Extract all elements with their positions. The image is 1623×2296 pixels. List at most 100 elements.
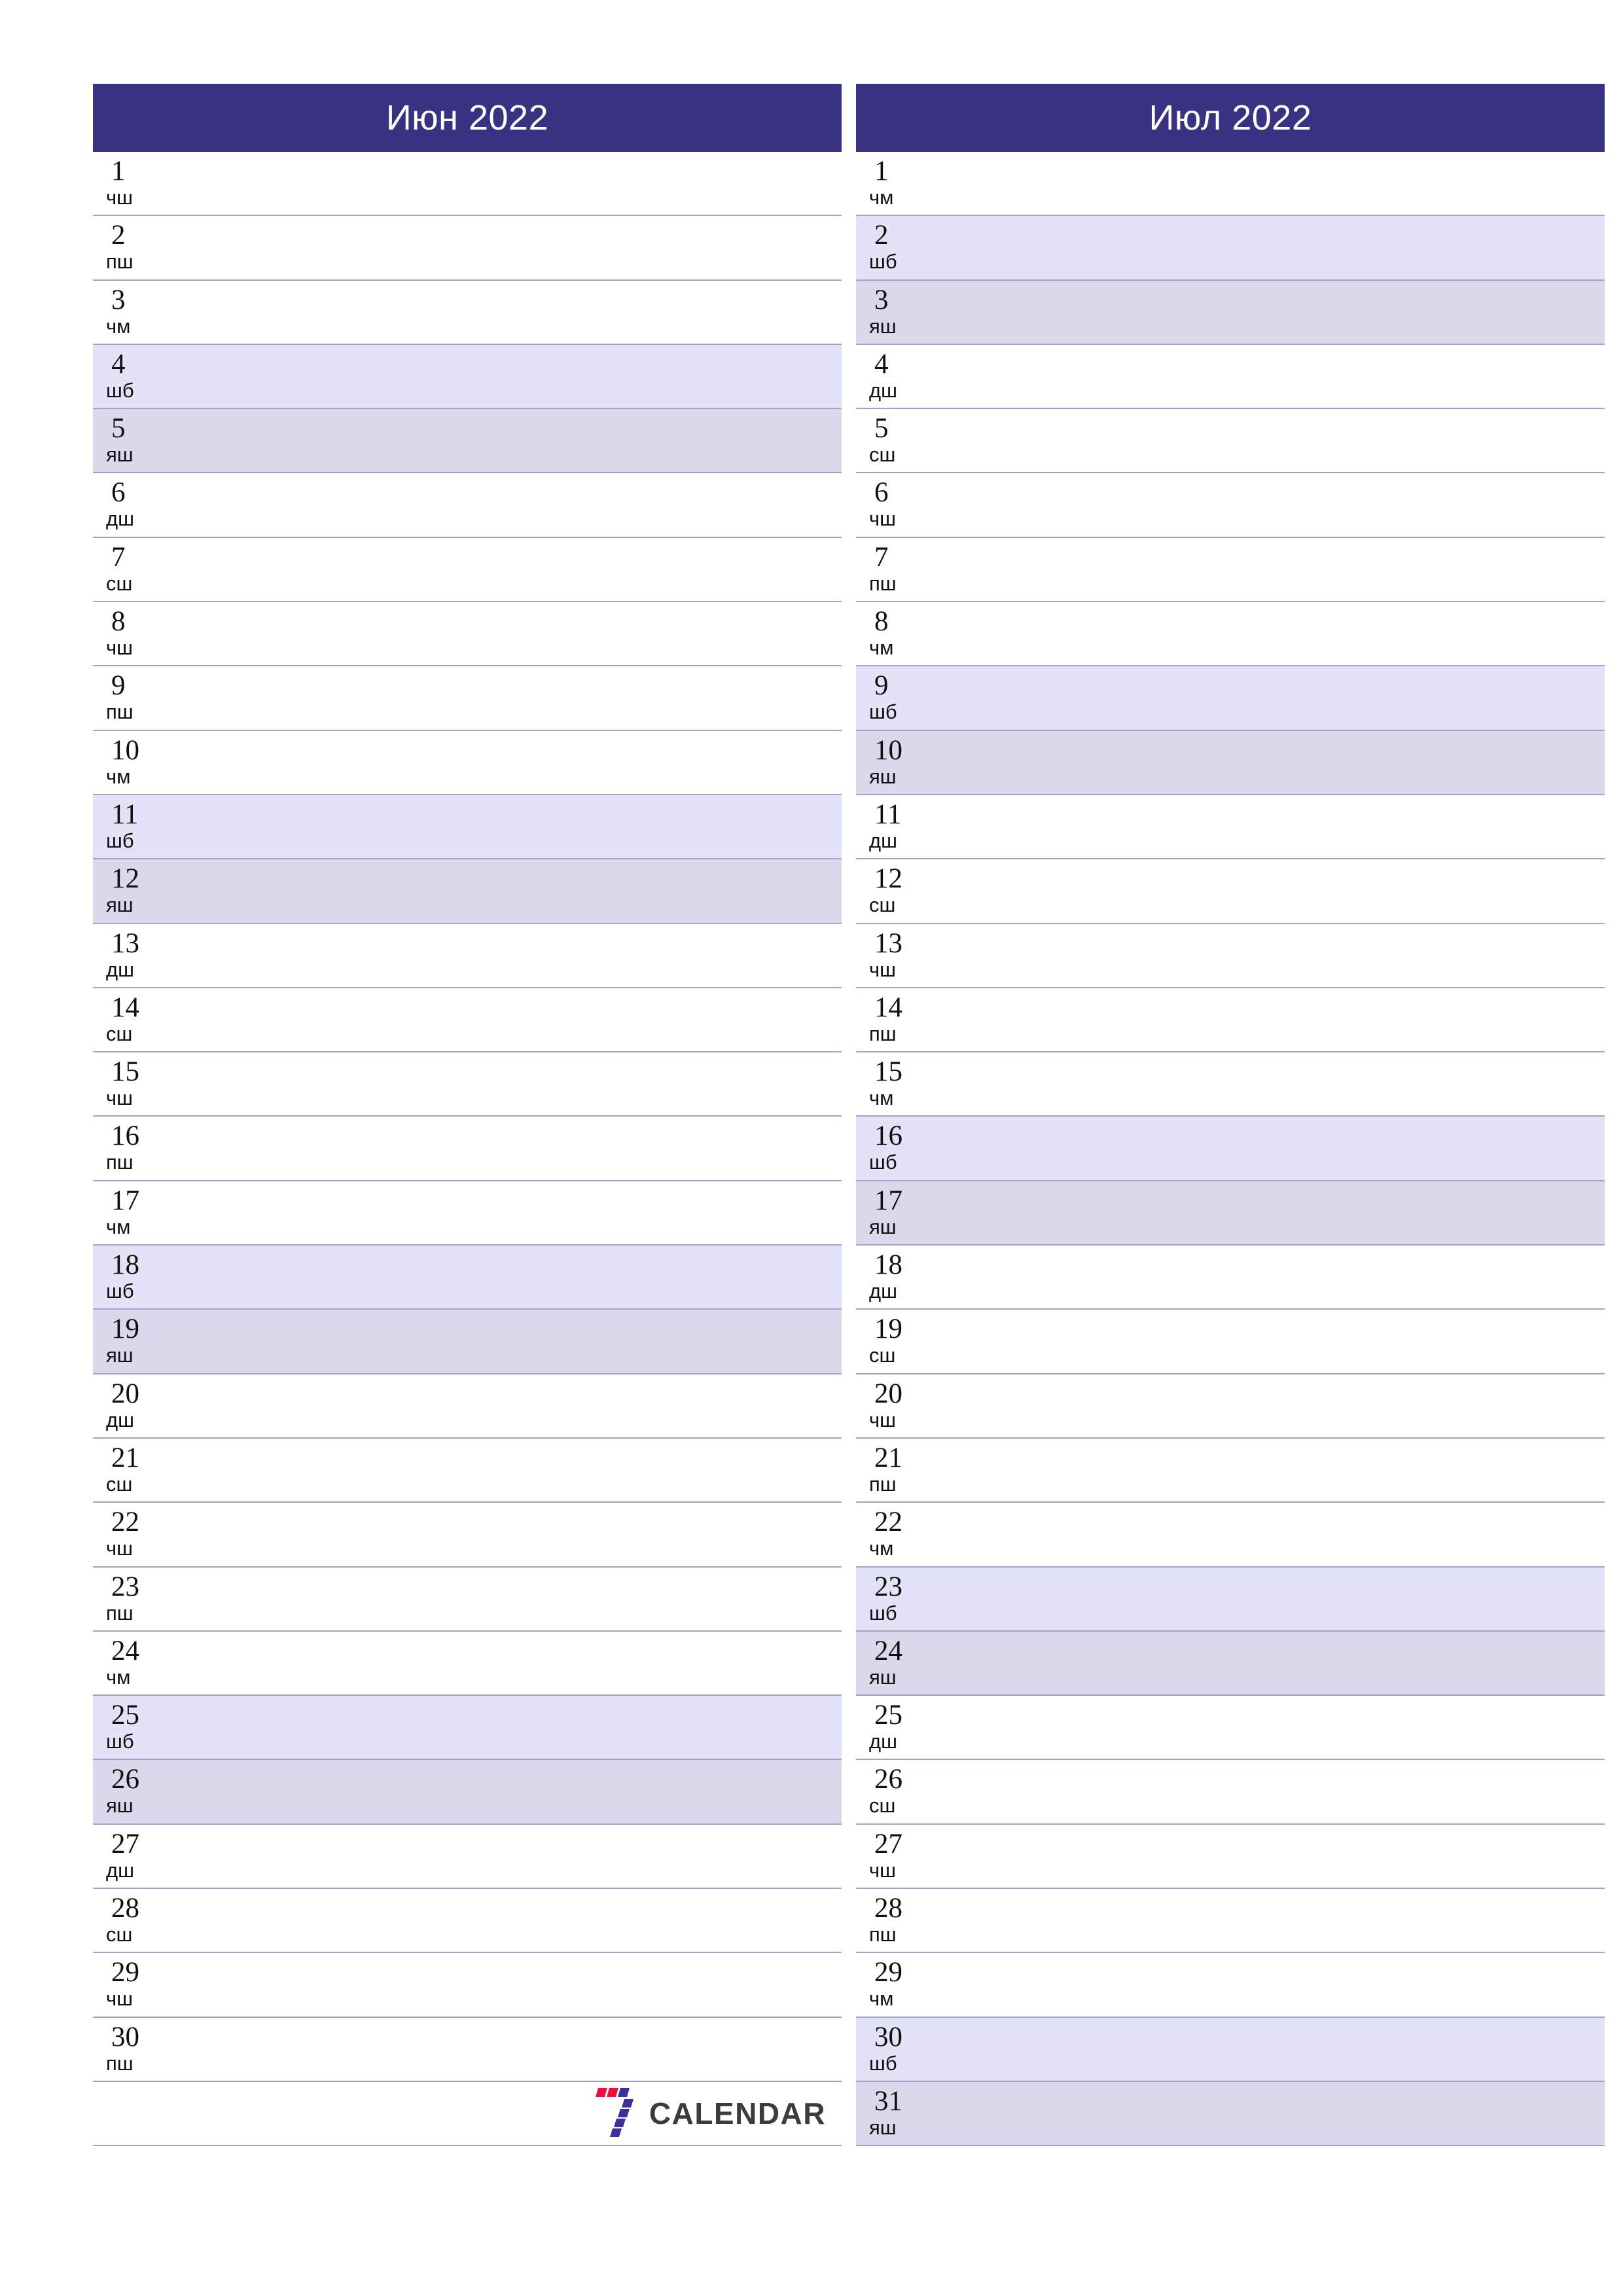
day-row[interactable]: 24 яш xyxy=(856,1631,1605,1696)
day-weekday-abbr: чш xyxy=(106,1987,134,2011)
day-number: 14 xyxy=(111,992,139,1023)
day-row[interactable]: 28 сш xyxy=(93,1889,842,1954)
day-number: 19 xyxy=(874,1314,902,1345)
day-row[interactable]: 27 дш xyxy=(93,1824,842,1890)
day-weekday-abbr: чш xyxy=(869,507,897,531)
day-row[interactable]: 10 яш xyxy=(856,730,1605,795)
day-row[interactable]: 18 дш xyxy=(856,1246,1605,1310)
day-number: 30 xyxy=(874,2021,902,2053)
day-row[interactable]: 1 чм xyxy=(856,152,1605,217)
day-number: 10 xyxy=(874,734,902,766)
day-row[interactable]: 13 дш xyxy=(93,924,842,988)
month-column-left: Июн 2022 1 чш 2 пш 3 чм 4 шб 5 яш 6 дш 7 сш 8 чш 9 пш 10 чм… xyxy=(93,84,842,2147)
day-row[interactable]: 2 шб xyxy=(856,216,1605,281)
day-weekday-abbr: чш xyxy=(869,1858,897,1882)
day-row[interactable]: 4 шб xyxy=(93,344,842,410)
day-number: 13 xyxy=(111,927,139,959)
day-row[interactable]: 19 яш xyxy=(93,1310,842,1374)
day-row[interactable]: 19 сш xyxy=(856,1310,1605,1374)
day-weekday-abbr: сш xyxy=(106,1472,133,1496)
day-row[interactable]: 28 пш xyxy=(856,1889,1605,1954)
day-row[interactable]: 23 пш xyxy=(93,1567,842,1632)
day-number: 12 xyxy=(111,863,139,895)
day-row[interactable]: 14 пш xyxy=(856,988,1605,1053)
day-row[interactable]: 13 чш xyxy=(856,924,1605,988)
day-weekday-abbr: сш xyxy=(106,1022,133,1045)
day-weekday-abbr: чм xyxy=(869,1537,894,1560)
day-row[interactable]: 5 сш xyxy=(856,409,1605,474)
day-row[interactable]: 29 чм xyxy=(856,1953,1605,2018)
day-row[interactable]: 21 пш xyxy=(856,1438,1605,1503)
day-row[interactable]: 15 чм xyxy=(856,1052,1605,1117)
day-row[interactable]: 29 чш xyxy=(93,1953,842,2018)
day-row[interactable]: 26 яш xyxy=(93,1760,842,1825)
day-row[interactable]: 14 сш xyxy=(93,988,842,1053)
day-number: 21 xyxy=(111,1442,139,1473)
brand-logo-text: CALENDAR xyxy=(649,2096,826,2131)
day-weekday-abbr: чш xyxy=(106,636,134,660)
day-row[interactable]: 7 пш xyxy=(856,537,1605,603)
day-row[interactable]: 15 чш xyxy=(93,1052,842,1117)
day-weekday-abbr: чш xyxy=(106,1086,134,1110)
day-row[interactable]: 11 дш xyxy=(856,795,1605,860)
day-weekday-abbr: пш xyxy=(869,571,897,595)
day-row[interactable]: 31 яш xyxy=(856,2081,1605,2147)
day-row[interactable]: 22 чм xyxy=(856,1503,1605,1568)
calendar-page: Июн 2022 1 чш 2 пш 3 чм 4 шб 5 яш 6 дш 7 сш 8 чш 9 пш 10 чм… xyxy=(0,0,1623,2296)
day-weekday-abbr: пш xyxy=(869,1923,897,1946)
day-number: 12 xyxy=(874,863,902,895)
day-row[interactable]: 20 дш xyxy=(93,1374,842,1439)
day-row[interactable]: 12 яш xyxy=(93,859,842,924)
day-row[interactable]: 24 чм xyxy=(93,1631,842,1696)
day-weekday-abbr: шб xyxy=(106,1280,134,1303)
day-row[interactable]: 30 шб xyxy=(856,2017,1605,2082)
day-row[interactable]: 23 шб xyxy=(856,1567,1605,1632)
day-weekday-abbr: яш xyxy=(869,1665,897,1689)
day-row[interactable]: 8 чм xyxy=(856,602,1605,667)
day-row[interactable]: 1 чш xyxy=(93,152,842,217)
day-row[interactable]: 10 чм xyxy=(93,730,842,795)
day-row[interactable]: 3 яш xyxy=(856,280,1605,345)
day-number: 26 xyxy=(874,1764,902,1795)
day-number: 14 xyxy=(874,992,902,1023)
day-weekday-abbr: яш xyxy=(106,443,134,467)
day-row[interactable]: 9 шб xyxy=(856,666,1605,731)
day-row[interactable]: 25 дш xyxy=(856,1696,1605,1761)
day-row[interactable]: 6 дш xyxy=(93,473,842,538)
day-row[interactable]: 6 чш xyxy=(856,473,1605,538)
day-number: 8 xyxy=(111,606,126,637)
day-row[interactable]: 22 чш xyxy=(93,1503,842,1568)
day-row[interactable]: 9 пш xyxy=(93,666,842,731)
seven-logo-mark-icon xyxy=(595,2088,633,2138)
day-row[interactable]: CALENDAR xyxy=(93,2081,842,2147)
day-weekday-abbr: чш xyxy=(869,958,897,981)
day-number: 18 xyxy=(111,1249,139,1281)
day-row[interactable]: 12 сш xyxy=(856,859,1605,924)
day-weekday-abbr: сш xyxy=(869,443,896,467)
day-row[interactable]: 27 чш xyxy=(856,1824,1605,1890)
day-row[interactable]: 3 чм xyxy=(93,280,842,345)
day-row[interactable]: 16 шб xyxy=(856,1117,1605,1181)
day-number: 18 xyxy=(874,1249,902,1281)
day-row[interactable]: 17 чм xyxy=(93,1181,842,1246)
day-row[interactable]: 18 шб xyxy=(93,1246,842,1310)
day-row[interactable]: 8 чш xyxy=(93,602,842,667)
day-number: 5 xyxy=(874,413,889,444)
day-row[interactable]: 21 сш xyxy=(93,1438,842,1503)
day-number: 26 xyxy=(111,1764,139,1795)
day-row[interactable]: 30 пш xyxy=(93,2017,842,2082)
day-row[interactable]: 20 чш xyxy=(856,1374,1605,1439)
day-row[interactable]: 5 яш xyxy=(93,409,842,474)
day-weekday-abbr: сш xyxy=(106,571,133,595)
day-weekday-abbr: чм xyxy=(106,314,131,338)
day-row[interactable]: 11 шб xyxy=(93,795,842,860)
day-number: 28 xyxy=(874,1893,902,1924)
day-row[interactable]: 16 пш xyxy=(93,1117,842,1181)
day-row[interactable]: 2 пш xyxy=(93,216,842,281)
day-number: 1 xyxy=(111,156,126,187)
day-row[interactable]: 26 сш xyxy=(856,1760,1605,1825)
day-row[interactable]: 7 сш xyxy=(93,537,842,603)
day-row[interactable]: 4 дш xyxy=(856,344,1605,410)
day-row[interactable]: 25 шб xyxy=(93,1696,842,1761)
day-row[interactable]: 17 яш xyxy=(856,1181,1605,1246)
